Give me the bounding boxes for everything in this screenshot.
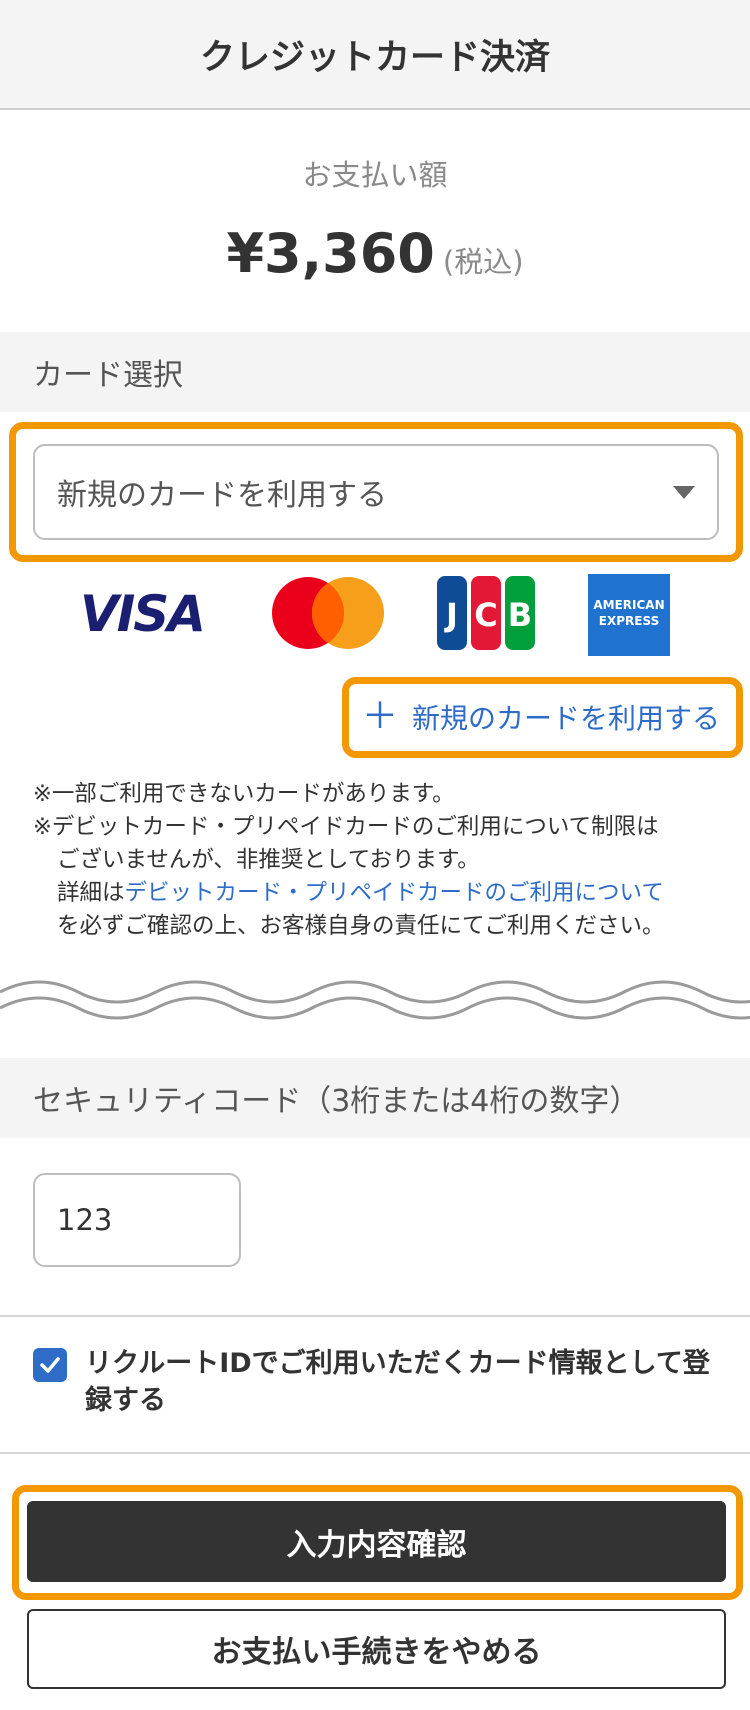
visa-logo: VISA [80, 585, 206, 643]
plus-icon: ＋ [362, 696, 399, 737]
note-line: を必ずご確認の上、お客様自身の責任にてご利用ください。 [57, 913, 665, 939]
register-card-checkbox[interactable] [33, 1348, 67, 1382]
jcb-logo: J C B [437, 576, 535, 650]
amex-logo: AMERICAN EXPRESS [588, 574, 670, 656]
card-section-title: カード選択 [0, 332, 750, 412]
divider [0, 1315, 750, 1317]
amount-label: お支払い額 [302, 158, 448, 192]
amex-logo-line2: EXPRESS [598, 614, 660, 628]
security-code-input[interactable]: 123 [33, 1173, 241, 1267]
wave-divider [0, 980, 750, 1020]
amount-row: ¥3,360 (税込) [0, 222, 750, 285]
svg-text:C: C [474, 596, 497, 634]
new-card-link-label: 新規のカードを利用する [412, 702, 721, 735]
card-select-value: 新規のカードを利用する [57, 478, 387, 513]
new-card-link[interactable]: ＋ 新規のカードを利用する [362, 692, 720, 742]
note-line: ※一部ご利用できないカードがあります。 [33, 781, 455, 807]
divider [0, 1452, 750, 1454]
cancel-payment-button[interactable]: お支払い手続きをやめる [27, 1609, 726, 1689]
page-title: クレジットカード決済 [199, 37, 550, 78]
amount-value: ¥3,360 [226, 222, 435, 285]
note-detail-prefix: 詳細は [57, 880, 125, 906]
svg-text:J: J [444, 596, 458, 634]
dropdown-arrow-icon [673, 486, 695, 499]
svg-text:B: B [508, 596, 532, 634]
page-header: クレジットカード決済 [0, 0, 750, 110]
note-line: ※デビットカード・プリペイドカードのご利用について制限は [33, 814, 659, 840]
register-card-label: リクルートIDでご利用いただくカード情報として登録する [85, 1348, 710, 1416]
card-select-dropdown[interactable]: 新規のカードを利用する [33, 444, 719, 540]
note-line: 詳細はデビットカード・プリペイドカードのご利用について [33, 877, 723, 910]
amex-logo-line1: AMERICAN [593, 598, 665, 612]
checkmark-icon [40, 1357, 60, 1373]
card-notes: ※一部ご利用できないカードがあります。 ※デビットカード・プリペイドカードのご利… [33, 778, 723, 943]
mastercard-logo [272, 577, 384, 649]
note-line: ございませんが、非推奨としております。 [57, 847, 480, 873]
security-code-section-title: セキュリティコード（3桁または4桁の数字） [0, 1058, 750, 1138]
debit-prepaid-info-link[interactable]: デビットカード・プリペイドカードのご利用について [125, 880, 664, 906]
amount-tax-note: (税込) [442, 245, 524, 279]
confirm-input-button[interactable]: 入力内容確認 [27, 1501, 726, 1582]
